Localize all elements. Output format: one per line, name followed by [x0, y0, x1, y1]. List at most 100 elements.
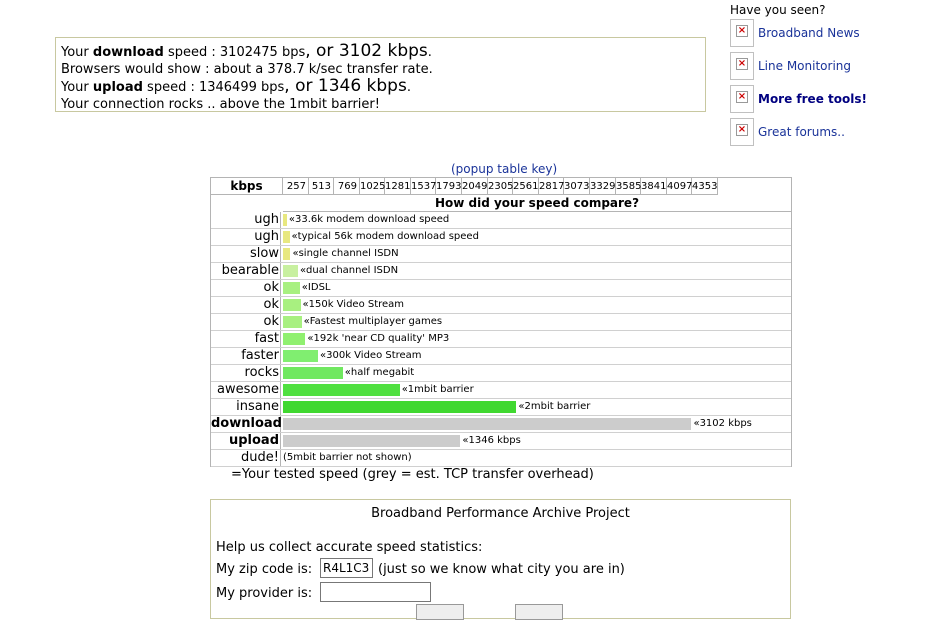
sidebar-link-label[interactable]: Line Monitoring — [758, 59, 851, 73]
chart-row: download «3102 kbps — [211, 416, 791, 433]
row-label: faster — [211, 348, 281, 364]
download-prefix: Your — [61, 45, 93, 60]
chart-row: ok «150k Video Stream — [211, 297, 791, 314]
x-tick-label: 513 — [309, 178, 334, 195]
row-label: dude! — [211, 450, 281, 466]
sidebar-item-broadband-news[interactable]: × Broadband News — [730, 19, 930, 49]
archive-project-box: Broadband Performance Archive Project He… — [210, 499, 791, 620]
upload-bps: speed : 1346499 bps — [142, 80, 285, 95]
chart-row: upload «1346 kbps — [211, 433, 791, 450]
row-note: «1346 kbps — [462, 435, 521, 446]
row-bar-area: (5mbit barrier not shown) — [283, 450, 791, 466]
chart-row: rocks «half megabit — [211, 365, 791, 382]
row-note: «typical 56k modem download speed — [291, 231, 479, 242]
sidebar-item-great-forums[interactable]: × Great forums.. — [730, 118, 930, 148]
row-label: slow — [211, 246, 281, 262]
chart-row: slow «single channel ISDN — [211, 246, 791, 263]
upload-word: upload — [92, 80, 143, 95]
chart-row: ok «IDSL — [211, 280, 791, 297]
row-label: rocks — [211, 365, 281, 381]
x-tick-label: 2561 — [513, 178, 539, 195]
broken-image-icon: × — [730, 52, 754, 80]
x-tick-label: 1025 — [360, 178, 385, 195]
chart-row: ugh «33.6k modem download speed — [211, 212, 791, 229]
speed-bar — [283, 350, 318, 362]
x-tick-label: 2305 — [488, 178, 513, 195]
row-bar-area: «dual channel ISDN — [283, 263, 791, 279]
x-tick-label: 3841 — [641, 178, 667, 195]
download-result-line: Your download speed : 3102475 bps, or 31… — [61, 43, 705, 61]
row-label: ugh — [211, 229, 281, 245]
x-tick-label: 3585 — [616, 178, 641, 195]
kbps-header: kbps — [211, 178, 283, 195]
provider-label: My provider is: — [216, 586, 313, 601]
x-tick-label: 257 — [283, 178, 309, 195]
sidebar-link-label[interactable]: Great forums.. — [758, 125, 845, 139]
row-bar-area: «150k Video Stream — [283, 297, 791, 313]
speed-bar — [283, 282, 300, 294]
row-bar-area: «33.6k modem download speed — [283, 212, 791, 228]
speed-bar — [283, 401, 517, 413]
row-label: upload — [211, 433, 281, 449]
row-note: «150k Video Stream — [302, 299, 405, 310]
chart-row: dude! (5mbit barrier not shown) — [211, 450, 791, 467]
broken-image-icon: × — [730, 19, 754, 47]
popup-table-key-link[interactable]: (popup table key) — [451, 162, 557, 176]
chart-row: ok «Fastest multiplayer games — [211, 314, 791, 331]
row-note: «IDSL — [301, 282, 331, 293]
upload-kbps: , or 1346 kbps — [284, 76, 407, 96]
verdict-line: Your connection rocks .. above the 1mbit… — [61, 97, 380, 112]
chart-row: faster «300k Video Stream — [211, 348, 791, 365]
row-label: awesome — [211, 382, 281, 398]
row-note: «1mbit barrier — [401, 384, 474, 395]
upload-prefix: Your — [61, 80, 93, 95]
speed-bar — [283, 299, 301, 311]
row-bar-area: «1346 kbps — [283, 433, 791, 449]
zip-code-input[interactable] — [320, 558, 373, 578]
speed-bar — [283, 248, 291, 260]
row-note: «192k 'near CD quality' MP3 — [307, 333, 450, 344]
x-tick-label: 1537 — [411, 178, 436, 195]
row-note: «dual channel ISDN — [299, 265, 399, 276]
x-tick-label: 1281 — [385, 178, 411, 195]
row-bar-area: «1mbit barrier — [283, 382, 791, 398]
download-kbps: , or 3102 kbps — [305, 41, 428, 61]
speed-bar — [283, 316, 302, 328]
row-bar-area: «Fastest multiplayer games — [283, 314, 791, 330]
row-bar-area: «192k 'near CD quality' MP3 — [283, 331, 791, 347]
overhead-bar — [283, 435, 461, 447]
archive-help-text: Help us collect accurate speed statistic… — [216, 540, 483, 555]
provider-input[interactable] — [320, 582, 431, 602]
archive-control-1[interactable] — [416, 604, 464, 620]
row-note: «300k Video Stream — [320, 350, 422, 361]
row-note: (5mbit barrier not shown) — [283, 452, 412, 463]
broken-image-icon: × — [730, 118, 754, 146]
sidebar-item-line-monitoring[interactable]: × Line Monitoring — [730, 52, 930, 82]
row-label: ugh — [211, 212, 281, 228]
chart-title: How did your speed compare? — [283, 195, 791, 212]
archive-control-2[interactable] — [515, 604, 563, 620]
speed-bar — [283, 333, 306, 345]
x-tick-label: 2817 — [539, 178, 564, 195]
upload-result-line: Your upload speed : 1346499 bps, or 1346… — [61, 78, 705, 96]
row-bar-area: «typical 56k modem download speed — [283, 229, 791, 245]
x-tick-label: 4353 — [692, 178, 718, 195]
sidebar-link-label[interactable]: More free tools! — [758, 92, 867, 106]
row-bar-area: «single channel ISDN — [283, 246, 791, 262]
x-tick-label: 3329 — [590, 178, 616, 195]
row-note: «33.6k modem download speed — [288, 214, 450, 225]
row-bar-area: «300k Video Stream — [283, 348, 791, 364]
chart-row: awesome «1mbit barrier — [211, 382, 791, 399]
speed-result-box: Your download speed : 3102475 bps, or 31… — [55, 37, 706, 112]
sidebar-link-label[interactable]: Broadband News — [758, 26, 860, 40]
upload-period: . — [406, 80, 411, 95]
zip-note: (just so we know what city you are in) — [378, 562, 625, 577]
row-label: fast — [211, 331, 281, 347]
speed-bar — [283, 384, 400, 396]
sidebar-item-more-free-tools[interactable]: × More free tools! — [730, 85, 930, 115]
row-bar-area: «IDSL — [283, 280, 791, 296]
chart-row: fast «192k 'near CD quality' MP3 — [211, 331, 791, 348]
sidebar-have-you-seen: Have you seen? × Broadband News × Line M… — [730, 2, 930, 146]
x-tick-label: 769 — [334, 178, 360, 195]
zip-label: My zip code is: — [216, 562, 313, 577]
